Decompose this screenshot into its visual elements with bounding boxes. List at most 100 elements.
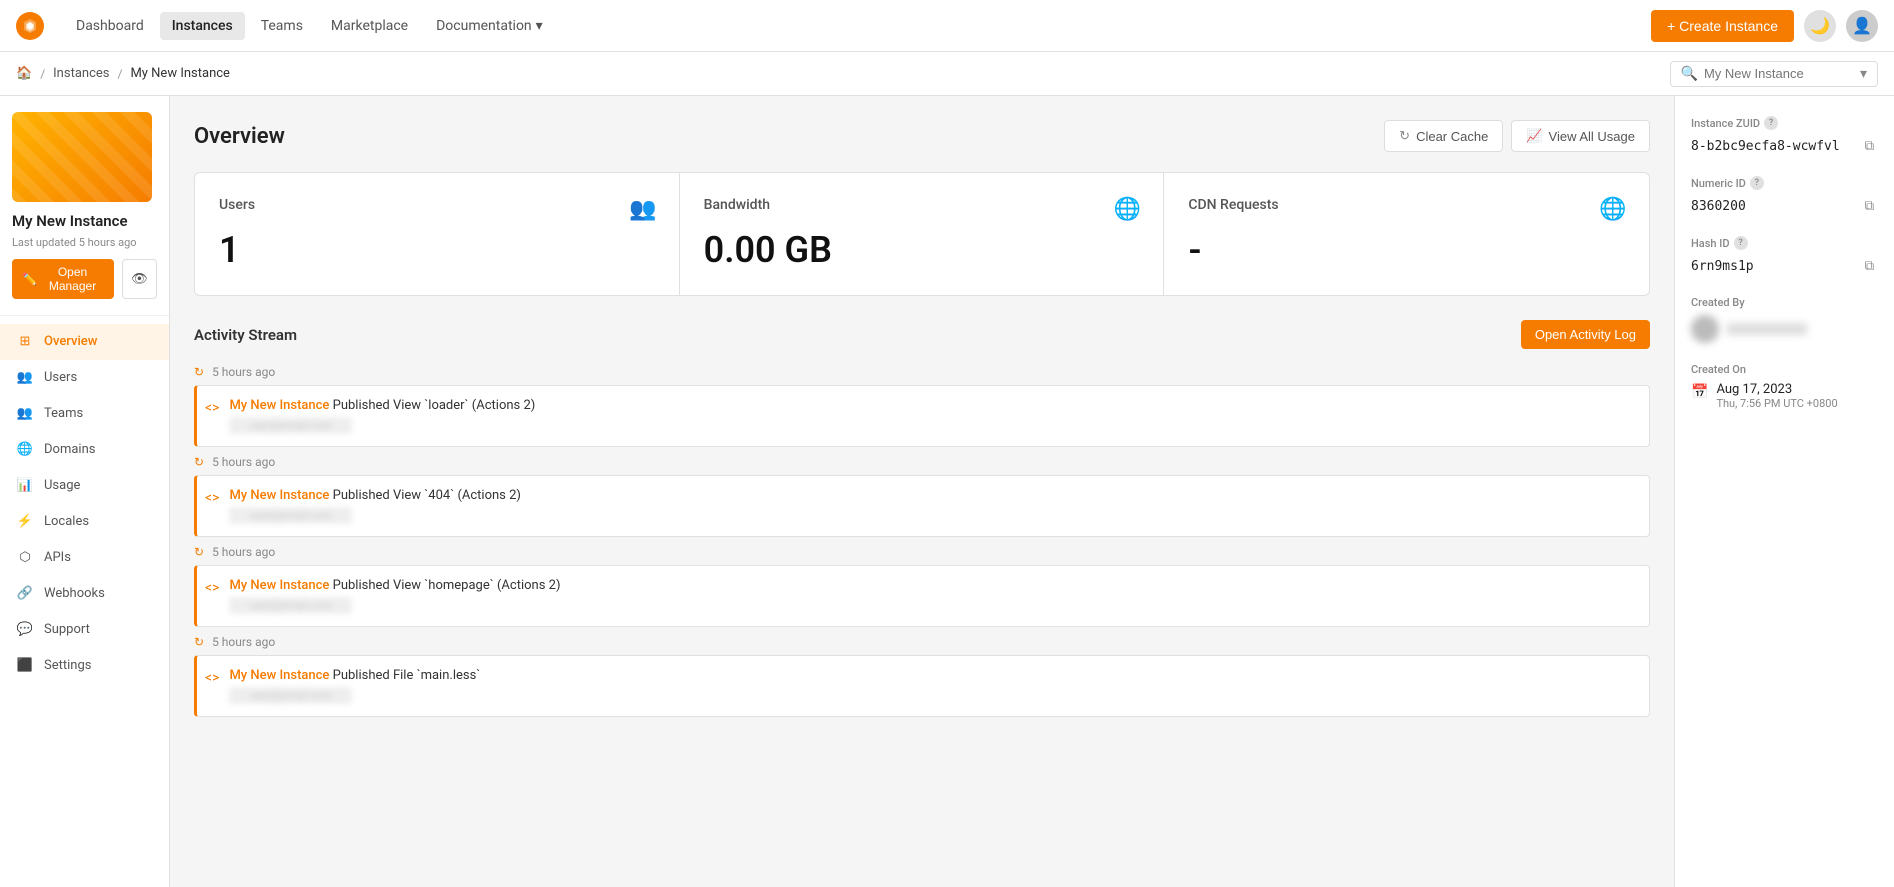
refresh-icon: ↻ xyxy=(194,545,204,559)
stats-row: Users 1 👥 Bandwidth 0.00 GB 🌐 CDN Reques… xyxy=(194,172,1650,296)
sidebar-item-support[interactable]: 💬 Support xyxy=(0,612,169,648)
stat-users: Users 1 👥 xyxy=(195,173,680,295)
instance-name: My New Instance xyxy=(12,212,157,232)
created-on-row: 📅 Aug 17, 2023 Thu, 7:56 PM UTC +0800 xyxy=(1691,382,1878,410)
nav-instances[interactable]: Instances xyxy=(160,12,245,40)
breadcrumb: 🏠 / Instances / My New Instance xyxy=(16,66,1670,81)
nav-marketplace[interactable]: Marketplace xyxy=(319,12,420,40)
activity-instance-link-2[interactable]: My New Instance xyxy=(229,488,329,503)
sidebar-item-users[interactable]: 👥 Users xyxy=(0,360,169,396)
breadcrumb-search-input[interactable] xyxy=(1704,66,1854,81)
page-title: Overview xyxy=(194,124,285,149)
app-logo[interactable] xyxy=(16,12,44,40)
activity-header: Activity Stream Open Activity Log xyxy=(194,320,1650,349)
refresh-icon: ↻ xyxy=(1399,128,1410,144)
sidebar-item-locales[interactable]: ⚡ Locales xyxy=(0,504,169,540)
sidebar-item-overview[interactable]: ⊞ Overview xyxy=(0,324,169,360)
hash-id-value: 6rn9ms1p xyxy=(1691,259,1754,274)
view-all-usage-button[interactable]: 📈 View All Usage xyxy=(1511,120,1650,152)
activity-item-sub-3: user@email.com xyxy=(229,597,352,614)
activity-item-text-2: My New Instance Published View `404` (Ac… xyxy=(229,488,1635,503)
sidebar-item-webhooks[interactable]: 🔗 Webhooks xyxy=(0,576,169,612)
hash-id-row: 6rn9ms1p ⧉ xyxy=(1691,256,1878,276)
sidebar-item-usage[interactable]: 📊 Usage xyxy=(0,468,169,504)
hash-id-label: Hash ID ? xyxy=(1691,236,1878,250)
activity-instance-link-1[interactable]: My New Instance xyxy=(229,398,329,413)
copy-instance-zuid-button[interactable]: ⧉ xyxy=(1860,136,1878,156)
chevron-down-icon: ▾ xyxy=(536,18,543,34)
overview-header: Overview ↻ Clear Cache 📈 View All Usage xyxy=(194,120,1650,152)
created-by-name xyxy=(1727,323,1807,335)
activity-instance-link-3[interactable]: My New Instance xyxy=(229,578,329,593)
breadcrumb-search-box[interactable]: 🔍 ▾ xyxy=(1670,61,1878,87)
open-manager-button[interactable]: ✏️ Open Manager xyxy=(12,259,114,299)
locales-icon: ⚡ xyxy=(16,513,34,531)
usage-icon: 📊 xyxy=(16,477,34,495)
hash-id-tooltip[interactable]: ? xyxy=(1734,236,1748,250)
activity-item-1: <> My New Instance Published View `loade… xyxy=(194,385,1650,447)
numeric-id-field: Numeric ID ? 8360200 ⧉ xyxy=(1691,176,1878,216)
created-on-timezone: Thu, 7:56 PM UTC +0800 xyxy=(1716,397,1837,410)
created-by-label: Created By xyxy=(1691,296,1878,309)
activity-item-content-3: My New Instance Published View `homepage… xyxy=(229,578,1635,614)
instance-updated: Last updated 5 hours ago xyxy=(12,236,157,249)
breadcrumb-sep1: / xyxy=(40,67,45,81)
activity-item-sub-1: user@email.com xyxy=(229,417,352,434)
sidebar-item-apis[interactable]: ⬡ APIs xyxy=(0,540,169,576)
main-wrapper: Overview ↻ Clear Cache 📈 View All Usage … xyxy=(0,96,1674,887)
nav-teams[interactable]: Teams xyxy=(249,12,315,40)
nav-dashboard[interactable]: Dashboard xyxy=(64,12,156,40)
copy-hash-id-button[interactable]: ⧉ xyxy=(1860,256,1878,276)
sidebar-item-settings[interactable]: ⬛ Settings xyxy=(0,648,169,684)
create-instance-button[interactable]: + Create Instance xyxy=(1651,10,1794,42)
instance-image xyxy=(12,112,152,202)
activity-item-sub-4: user@email.com xyxy=(229,687,352,704)
instance-zuid-tooltip[interactable]: ? xyxy=(1764,116,1778,130)
sidebar-item-domains[interactable]: 🌐 Domains xyxy=(0,432,169,468)
breadcrumb-current: My New Instance xyxy=(130,66,230,81)
clear-cache-button[interactable]: ↻ Clear Cache xyxy=(1384,120,1503,152)
user-avatar[interactable]: 👤 xyxy=(1846,10,1878,42)
stat-cdn: CDN Requests - 🌐 xyxy=(1164,173,1649,295)
instance-zuid-label: Instance ZUID ? xyxy=(1691,116,1878,130)
activity-item-content-1: My New Instance Published View `loader` … xyxy=(229,398,1635,434)
overview-actions: ↻ Clear Cache 📈 View All Usage xyxy=(1384,120,1650,152)
activity-item-text-1: My New Instance Published View `loader` … xyxy=(229,398,1635,413)
sidebar-item-teams[interactable]: 👥 Teams xyxy=(0,396,169,432)
activity-item-text-3: My New Instance Published View `homepage… xyxy=(229,578,1635,593)
breadcrumb-home[interactable]: 🏠 xyxy=(16,66,32,81)
code-icon: <> xyxy=(205,670,219,686)
activity-group-4: ↻ 5 hours ago <> My New Instance Publish… xyxy=(194,635,1650,717)
breadcrumb-sep2: / xyxy=(117,67,122,81)
activity-timestamp-1: ↻ 5 hours ago xyxy=(194,365,1650,379)
instance-zuid-field: Instance ZUID ? 8-b2bc9ecfa8-wcwfvl ⧉ xyxy=(1691,116,1878,156)
preview-button[interactable]: 👁 xyxy=(122,259,157,299)
activity-item-content-4: My New Instance Published File `main.les… xyxy=(229,668,1635,704)
created-by-field: Created By xyxy=(1691,296,1878,343)
activity-item-4: <> My New Instance Published File `main.… xyxy=(194,655,1650,717)
settings-icon: ⬛ xyxy=(16,657,34,675)
chevron-down-icon[interactable]: ▾ xyxy=(1860,66,1867,82)
sidebar: My New Instance Last updated 5 hours ago… xyxy=(0,96,170,887)
teams-icon: 👥 xyxy=(16,405,34,423)
created-by-row xyxy=(1691,315,1878,343)
copy-numeric-id-button[interactable]: ⧉ xyxy=(1860,196,1878,216)
stat-bandwidth: Bandwidth 0.00 GB 🌐 xyxy=(680,173,1165,295)
support-icon: 💬 xyxy=(16,621,34,639)
breadcrumb-instances[interactable]: Instances xyxy=(53,66,109,81)
activity-section: Activity Stream Open Activity Log ↻ 5 ho… xyxy=(194,320,1650,717)
numeric-id-tooltip[interactable]: ? xyxy=(1750,176,1764,190)
instance-zuid-value: 8-b2bc9ecfa8-wcwfvl xyxy=(1691,139,1840,154)
instance-actions: ✏️ Open Manager 👁 xyxy=(12,259,157,299)
eye-icon: 👁 xyxy=(131,271,148,286)
nav-documentation[interactable]: Documentation ▾ xyxy=(424,12,555,40)
open-activity-log-button[interactable]: Open Activity Log xyxy=(1521,320,1650,349)
theme-toggle[interactable]: 🌙 xyxy=(1804,10,1836,42)
sidebar-nav: ⊞ Overview 👥 Users 👥 Teams 🌐 Domains 📊 U… xyxy=(0,316,169,692)
numeric-id-value: 8360200 xyxy=(1691,199,1746,214)
nav-right: + Create Instance 🌙 👤 xyxy=(1651,10,1878,42)
activity-instance-link-4[interactable]: My New Instance xyxy=(229,668,329,683)
cdn-stat-icon: 🌐 xyxy=(1597,193,1629,225)
search-icon: 🔍 xyxy=(1681,66,1698,82)
bandwidth-stat-icon: 🌐 xyxy=(1111,193,1143,225)
